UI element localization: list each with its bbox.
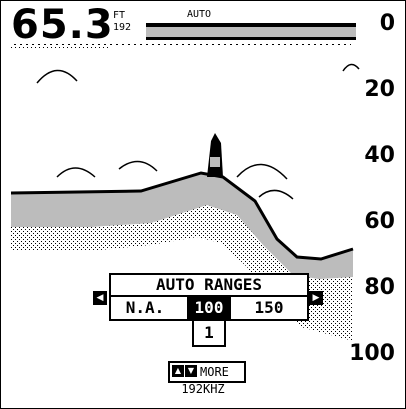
- frequency-indicator: 192: [113, 22, 132, 33]
- up-arrow-icon: ▲: [172, 365, 184, 377]
- mode-label: AUTO: [187, 9, 212, 20]
- range-options: N.A. 100 150: [111, 297, 307, 319]
- depth-scale-label: 100: [349, 341, 395, 366]
- depth-scale-label: 80: [364, 275, 395, 300]
- left-arrow-icon[interactable]: ◀: [93, 291, 107, 305]
- frequency-label: 192KHZ: [181, 382, 225, 396]
- sonar-screen: 65.3 FT 192 AUTO 0 20 40 60 80 100 ◀ AUT…: [0, 0, 406, 409]
- more-label: MORE: [200, 365, 229, 379]
- range-option-100[interactable]: 100: [187, 297, 231, 319]
- depth-scale-label: 40: [364, 143, 395, 168]
- range-sub-value[interactable]: 1: [192, 319, 226, 347]
- depth-scale-label: 0: [379, 11, 395, 36]
- auto-ranges-dialog: AUTO RANGES N.A. 100 150: [109, 273, 309, 321]
- more-button[interactable]: ▲ ▼ MORE: [168, 361, 246, 383]
- right-arrow-icon[interactable]: ▶: [309, 291, 323, 305]
- down-arrow-icon: ▼: [185, 365, 197, 377]
- depth-unit-label: FT: [113, 10, 126, 21]
- dialog-title: AUTO RANGES: [111, 275, 307, 297]
- depth-readout: 65.3: [11, 2, 114, 48]
- depth-scale-label: 20: [364, 77, 395, 102]
- range-option-150[interactable]: 150: [247, 297, 291, 319]
- depth-scale-label: 60: [364, 209, 395, 234]
- range-option-na[interactable]: N.A.: [117, 297, 173, 319]
